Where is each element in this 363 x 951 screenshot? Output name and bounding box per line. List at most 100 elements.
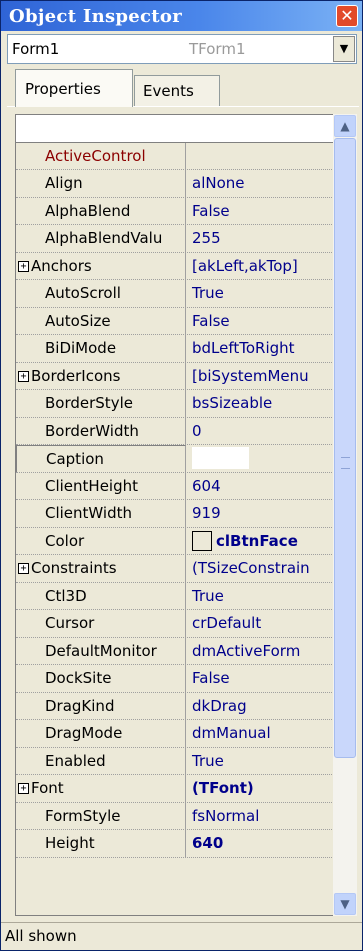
property-row[interactable]: Enabled True [16,747,334,775]
property-name[interactable]: + Anchors [16,252,186,280]
property-name[interactable]: DockSite [16,665,186,692]
property-value[interactable]: bsSizeable [188,390,334,417]
property-value[interactable]: True [188,748,334,775]
property-value[interactable]: dkDrag [188,693,334,720]
property-value[interactable]: crDefault [188,610,334,637]
property-row[interactable]: + Font (TFont) [16,775,334,803]
property-row[interactable]: Color clBtnFace [16,527,334,555]
property-name[interactable]: DragKind [16,692,186,720]
property-value[interactable] [188,143,334,170]
property-value[interactable]: 919 [188,500,334,527]
property-value[interactable]: [akLeft,akTop] [188,253,334,280]
property-name[interactable]: Ctl3D [16,582,186,610]
property-value[interactable]: 640 [188,830,334,857]
scroll-up-icon[interactable]: ▲ [334,115,356,137]
property-value[interactable]: 0 [188,418,334,445]
property-value[interactable]: [biSystemMenu [188,363,334,390]
property-name-text: Align [45,174,83,192]
property-name[interactable]: AlphaBlend [16,197,186,225]
property-row[interactable]: BorderStyle bsSizeable [16,390,334,418]
property-name[interactable]: + Font [16,775,186,802]
property-name-text: DragMode [45,724,123,742]
property-name[interactable]: + BorderIcons [16,362,186,390]
property-row[interactable]: Height 640 [16,830,334,858]
scroll-thumb[interactable] [334,138,356,758]
property-row[interactable]: + BorderIcons [biSystemMenu [16,362,334,390]
property-row[interactable]: Cursor crDefault [16,610,334,638]
property-name[interactable]: Align [16,170,186,197]
property-name-text: BiDiMode [45,339,117,357]
property-name[interactable]: Height [16,830,186,857]
property-value-text: True [192,284,224,302]
property-row[interactable]: DefaultMonitor dmActiveForm [16,637,334,665]
property-row[interactable]: BiDiMode bdLeftToRight [16,335,334,363]
property-value[interactable]: Form1 [188,445,334,472]
tab-events[interactable]: Events [134,75,220,106]
property-name[interactable]: AutoSize [16,307,186,335]
property-row[interactable]: BorderWidth 0 [16,417,334,445]
property-row[interactable]: ActiveControl [16,143,334,170]
property-row[interactable]: Caption Form1 [16,445,334,473]
property-name[interactable]: AlphaBlendValu [16,225,186,252]
property-row[interactable]: ClientHeight 604 [16,472,334,500]
property-value[interactable]: (TFont) [188,775,334,802]
property-row[interactable]: DragKind dkDrag [16,692,334,720]
property-row[interactable]: Ctl3D True [16,582,334,610]
property-name[interactable]: Color [16,527,186,555]
property-value[interactable]: alNone [188,170,334,197]
property-name[interactable]: FormStyle [16,802,186,830]
property-row[interactable]: DragMode dmManual [16,720,334,748]
property-name-text: FormStyle [45,806,121,825]
property-name[interactable]: DefaultMonitor [16,637,186,665]
scroll-down-icon[interactable]: ▼ [334,893,356,915]
property-name-text: DragKind [45,696,115,715]
object-selector-combo[interactable]: Form1 TForm1 ▼ [7,34,357,64]
property-row[interactable]: AlphaBlendValu 255 [16,225,334,253]
property-value[interactable]: (TSizeConstrain [188,555,334,582]
property-name[interactable]: ClientWidth [16,500,186,527]
property-name[interactable]: BorderStyle [16,390,186,417]
property-row[interactable]: AutoScroll True [16,280,334,308]
property-value[interactable]: 604 [188,473,334,500]
property-value[interactable]: dmManual [188,720,334,747]
property-name[interactable]: AutoScroll [16,280,186,307]
property-name[interactable]: Caption [16,445,186,472]
property-value[interactable]: bdLeftToRight [188,335,334,362]
property-name[interactable]: BorderWidth [16,417,186,445]
property-name[interactable]: Enabled [16,747,186,775]
expand-plus-icon[interactable]: + [18,260,29,272]
title-bar[interactable]: Object Inspector ✕ [1,1,362,31]
property-name[interactable]: ActiveControl [16,143,186,170]
chevron-down-icon[interactable]: ▼ [333,36,355,62]
tab-properties[interactable]: Properties [15,69,133,107]
property-row[interactable]: AutoSize False [16,307,334,335]
property-name[interactable]: DragMode [16,720,186,747]
property-value[interactable]: clBtnFace [188,528,334,555]
property-row[interactable]: + Anchors [akLeft,akTop] [16,252,334,280]
expand-plus-icon[interactable]: + [18,783,29,794]
property-value[interactable]: dmActiveForm [188,638,334,665]
property-value[interactable]: False [188,198,334,225]
property-value[interactable]: True [188,583,334,610]
property-name[interactable]: BiDiMode [16,335,186,362]
property-value[interactable]: False [188,308,334,335]
property-name[interactable]: ClientHeight [16,472,186,500]
caption-edit-field[interactable]: Form1 [192,447,250,469]
property-value[interactable]: 255 [188,225,334,252]
property-row[interactable]: AlphaBlend False [16,197,334,225]
expand-plus-icon[interactable]: + [18,370,29,382]
close-icon[interactable]: ✕ [336,5,358,27]
property-value[interactable]: False [188,665,334,692]
property-row[interactable]: FormStyle fsNormal [16,802,334,830]
property-row[interactable]: Align alNone [16,170,334,198]
property-value-text: 919 [192,504,221,522]
vertical-scrollbar[interactable]: ▲ ▼ [333,114,357,916]
expand-plus-icon[interactable]: + [18,563,29,574]
property-row[interactable]: DockSite False [16,665,334,693]
property-name[interactable]: + Constraints [16,555,186,582]
property-value[interactable]: fsNormal [188,803,334,830]
property-row[interactable]: + Constraints (TSizeConstrain [16,555,334,583]
property-name[interactable]: Cursor [16,610,186,637]
property-row[interactable]: ClientWidth 919 [16,500,334,528]
property-value[interactable]: True [188,280,334,307]
